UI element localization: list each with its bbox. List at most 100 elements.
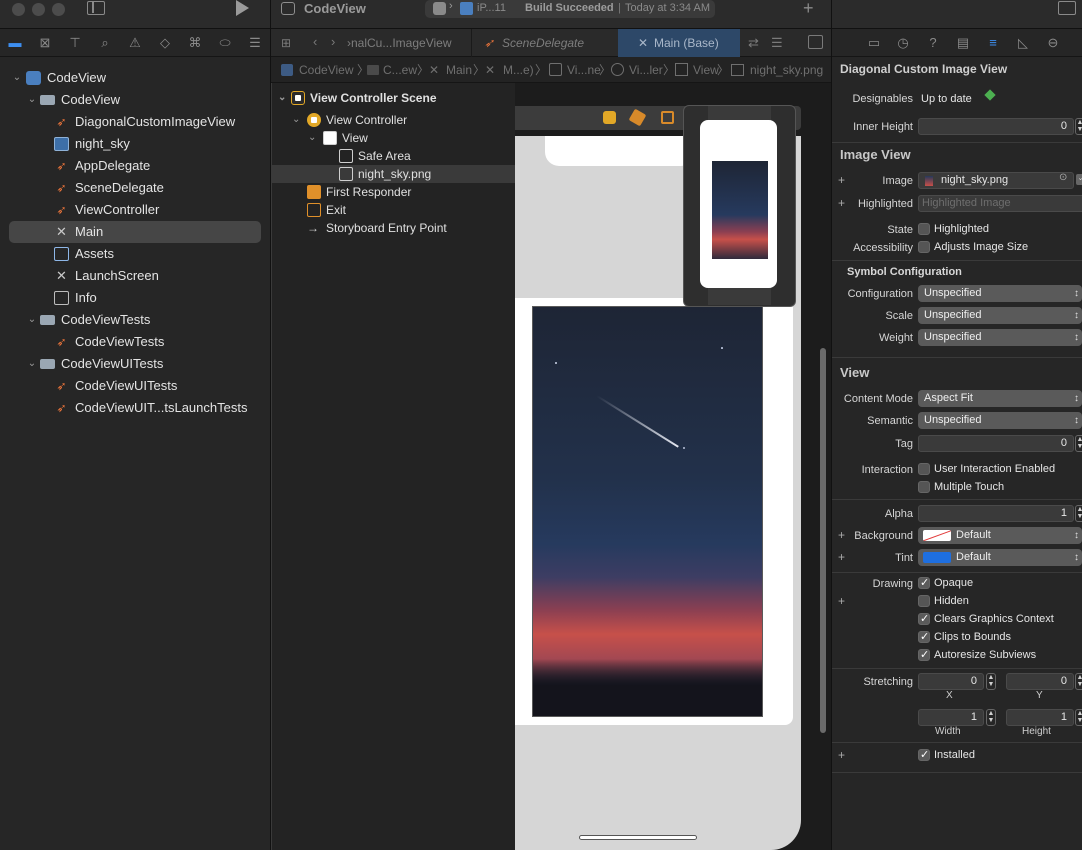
- highlighted-checkbox[interactable]: [918, 223, 930, 235]
- outline-item-image-view[interactable]: night_sky.png: [272, 165, 515, 183]
- hierarchy-icon[interactable]: ⊤: [67, 35, 83, 51]
- run-button[interactable]: [236, 0, 249, 16]
- outline-item-first-responder[interactable]: First Responder: [272, 183, 515, 201]
- outline-item-scene[interactable]: ⌄ View Controller Scene: [272, 89, 515, 107]
- test-diamond-icon[interactable]: ◇: [157, 35, 173, 51]
- exit-dock-icon[interactable]: [661, 111, 674, 124]
- configuration-popup[interactable]: Unspecified: [918, 285, 1082, 302]
- inspector-toggle-icon[interactable]: [1058, 1, 1076, 15]
- add-library-button[interactable]: +: [803, 0, 814, 19]
- disclosure-open-icon[interactable]: ⌄: [278, 89, 286, 107]
- highlighted-image-combo[interactable]: Highlighted Image: [918, 195, 1082, 212]
- debug-spray-icon[interactable]: ⌘: [187, 35, 203, 51]
- tree-item-file[interactable]: ➶ ViewController: [9, 199, 261, 221]
- grid-icon[interactable]: ⊞: [281, 36, 295, 50]
- tree-item-group[interactable]: ⌄ CodeViewUITests: [9, 353, 261, 375]
- tree-item-file[interactable]: ➶ CodeViewUIT...tsLaunchTests: [9, 397, 261, 419]
- forward-arrow-icon[interactable]: ›: [331, 34, 335, 49]
- canvas-minimap[interactable]: [683, 105, 796, 307]
- clear-icon[interactable]: ⊙: [1059, 172, 1067, 183]
- warning-icon[interactable]: ⚠: [127, 35, 143, 51]
- tab-main-base[interactable]: ✕ Main (Base): [618, 29, 740, 57]
- outline-item-view[interactable]: ⌄ View: [272, 129, 515, 147]
- multiple-touch-checkbox[interactable]: [918, 481, 930, 493]
- stretch-height-field[interactable]: 1: [1006, 709, 1074, 726]
- device-name[interactable]: iP...11: [477, 2, 506, 14]
- alpha-field[interactable]: 1: [918, 505, 1074, 522]
- minimize-window-button[interactable]: [32, 3, 45, 16]
- adjusts-image-size-checkbox[interactable]: [918, 241, 930, 253]
- tab-scene-delegate[interactable]: ➶ SceneDelegate: [471, 29, 617, 57]
- night-sky-image[interactable]: [532, 306, 763, 717]
- disclosure-open-icon[interactable]: ⌄: [26, 309, 38, 331]
- disclosure-open-icon[interactable]: ⌄: [11, 67, 23, 89]
- stretch-width-stepper[interactable]: ▲ ▼: [986, 709, 996, 726]
- outline-item-exit[interactable]: Exit: [272, 201, 515, 219]
- disclosure-open-icon[interactable]: ⌄: [292, 111, 300, 129]
- view-controller-dock-icon[interactable]: [603, 111, 616, 124]
- inner-height-field[interactable]: 0: [918, 118, 1074, 135]
- help-icon[interactable]: ?: [925, 35, 941, 51]
- weight-popup[interactable]: Unspecified: [918, 329, 1082, 346]
- clears-graphics-checkbox[interactable]: [918, 612, 930, 625]
- chevron-down-icon[interactable]: ⌄: [1076, 174, 1082, 185]
- jump-bar-segment[interactable]: Main: [446, 57, 472, 83]
- report-icon[interactable]: ☰: [247, 35, 263, 51]
- tree-item-file[interactable]: ➶ CodeViewUITests: [9, 375, 261, 397]
- first-responder-dock-icon[interactable]: [628, 108, 647, 127]
- tree-item-file[interactable]: ✕ LaunchScreen: [9, 265, 261, 287]
- tree-item-file[interactable]: ➶ CodeViewTests: [9, 331, 261, 353]
- jump-bar-segment[interactable]: night_sky.png: [750, 57, 823, 83]
- jump-bar-segment[interactable]: CodeView: [299, 57, 353, 83]
- folder-icon[interactable]: ▬: [7, 35, 23, 51]
- tag-field[interactable]: 0: [918, 435, 1074, 452]
- editor-options-icon[interactable]: ☰: [771, 35, 783, 51]
- stretch-y-stepper[interactable]: ▲▼: [1075, 673, 1082, 690]
- disclosure-open-icon[interactable]: ⌄: [308, 129, 316, 147]
- file-inspector-icon[interactable]: ▭: [866, 35, 882, 51]
- stretch-x-stepper[interactable]: ▲ ▼: [986, 673, 996, 690]
- search-icon[interactable]: ⌕: [97, 35, 113, 51]
- identity-icon[interactable]: ▤: [955, 35, 971, 51]
- installed-checkbox[interactable]: [918, 748, 930, 761]
- device-app-icon[interactable]: [460, 2, 473, 15]
- stretch-x-field[interactable]: 0: [918, 673, 984, 690]
- tree-item-file-selected[interactable]: ✕ Main: [9, 221, 261, 243]
- tree-item-group[interactable]: ⌄ CodeViewTests: [9, 309, 261, 331]
- back-arrow-icon[interactable]: ‹: [313, 34, 317, 49]
- sidebar-toggle-icon[interactable]: [87, 1, 105, 15]
- tree-item-project[interactable]: ⌄ CodeView: [9, 67, 261, 89]
- outline-item-safe-area[interactable]: Safe Area: [272, 147, 515, 165]
- stretch-y-field[interactable]: 0: [1006, 673, 1074, 690]
- jump-bar-segment[interactable]: C...ew: [383, 57, 417, 83]
- tree-item-file[interactable]: Assets: [9, 243, 261, 265]
- tree-item-file[interactable]: ➶ DiagonalCustomImageView: [9, 111, 261, 133]
- jump-bar-segment[interactable]: View: [693, 57, 719, 83]
- breakpoint-icon[interactable]: ⬭: [217, 35, 233, 51]
- vertical-scrollbar[interactable]: [820, 348, 826, 733]
- opaque-checkbox[interactable]: [918, 576, 930, 589]
- outline-item-entry-point[interactable]: → Storyboard Entry Point: [272, 219, 515, 237]
- disclosure-open-icon[interactable]: ⌄: [26, 89, 38, 111]
- connections-icon[interactable]: ⊖: [1045, 35, 1061, 51]
- content-mode-popup[interactable]: Aspect Fit: [918, 390, 1082, 407]
- tab-diagonal-image-view[interactable]: ›nalCu...ImageView: [347, 29, 467, 57]
- disclosure-open-icon[interactable]: ⌄: [26, 353, 38, 375]
- add-variation-button[interactable]: +: [838, 748, 845, 762]
- attributes-icon[interactable]: ≡: [985, 35, 1001, 51]
- source-control-icon[interactable]: ⊠: [37, 35, 53, 51]
- outline-item-view-controller[interactable]: ⌄ View Controller: [272, 111, 515, 129]
- split-editor-icon[interactable]: [808, 35, 823, 49]
- zoom-window-button[interactable]: [52, 3, 65, 16]
- tag-stepper[interactable]: ▲▼: [1075, 435, 1082, 452]
- jump-bar-segment[interactable]: M...e): [503, 57, 534, 83]
- tree-item-file[interactable]: ➶ SceneDelegate: [9, 177, 261, 199]
- scale-popup[interactable]: Unspecified: [918, 307, 1082, 324]
- storyboard-canvas[interactable]: [515, 83, 831, 850]
- tree-item-file[interactable]: ➶ AppDelegate: [9, 155, 261, 177]
- scheme-icon[interactable]: [433, 2, 446, 15]
- autoresize-checkbox[interactable]: [918, 648, 930, 661]
- inner-height-stepper[interactable]: ▲▼: [1075, 118, 1082, 135]
- alpha-stepper[interactable]: ▲▼: [1075, 505, 1082, 522]
- size-ruler-icon[interactable]: ◺: [1015, 35, 1031, 51]
